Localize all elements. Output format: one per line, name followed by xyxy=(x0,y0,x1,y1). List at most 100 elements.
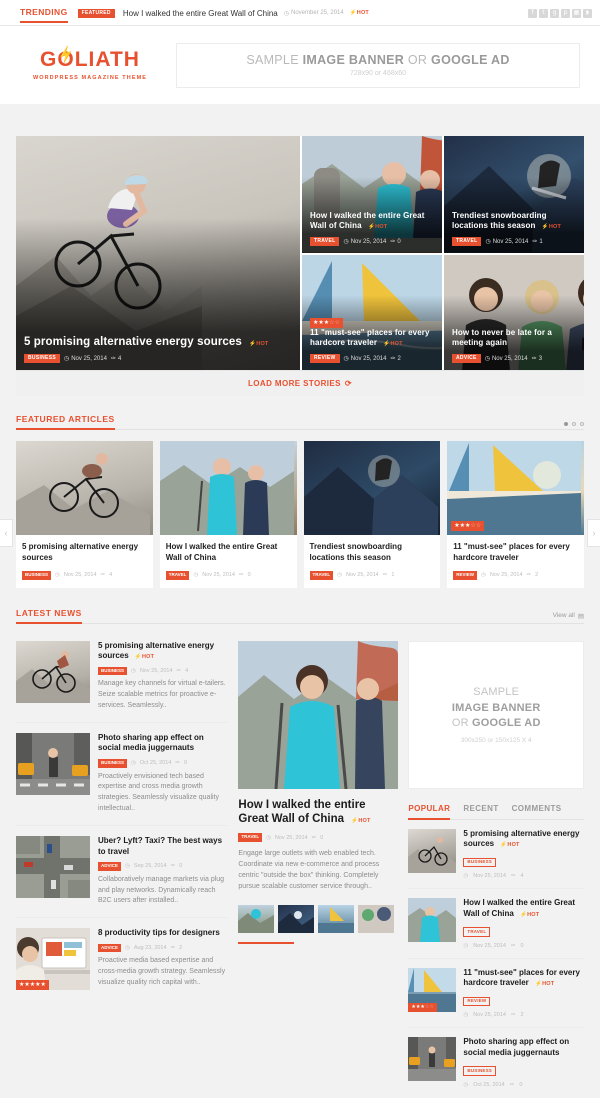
category-badge[interactable]: TRAVEL xyxy=(238,833,263,842)
category-badge[interactable]: ADVICE xyxy=(452,354,481,363)
category-badge[interactable]: ADVICE xyxy=(98,943,122,953)
comments-meta: 0 xyxy=(183,760,187,767)
google-plus-icon[interactable]: g xyxy=(550,8,559,18)
carousel-next-arrow[interactable]: › xyxy=(587,519,600,547)
list-item[interactable]: ★★★★★ 8 productivity tips for designers … xyxy=(16,918,228,1000)
hot-badge: ⚡HOT xyxy=(535,981,555,988)
sidebar-ad-banner[interactable]: SAMPLE IMAGE BANNER OR GOOGLE AD 300x250… xyxy=(408,640,584,789)
category-badge[interactable]: BUSINESS xyxy=(22,571,52,580)
carousel-dot-3[interactable] xyxy=(580,422,584,426)
comments-meta: 1 xyxy=(391,572,395,579)
list-item[interactable]: Photo sharing app effect on social media… xyxy=(408,1028,584,1097)
hero-tile-3-title: 11 "must-see" places for every hardcore … xyxy=(310,327,430,348)
flickr-icon[interactable]: ▦ xyxy=(572,8,581,18)
clock-icon: ◷ xyxy=(337,572,342,579)
list-item[interactable]: Uber? Lyft? Taxi? The best ways to trave… xyxy=(16,826,229,919)
date-meta: Sep 25, 2014 xyxy=(133,863,167,870)
hero-tile-3-body: 11 "must-see" places for every hardcore … xyxy=(310,328,434,363)
city-street-illustration xyxy=(16,732,90,795)
featured-card-2[interactable]: How I walked the entire Great Wall of Ch… xyxy=(159,441,297,588)
snowboarder-illustration xyxy=(303,455,438,535)
list-item[interactable]: ★★★☆☆ 11 "must-see" places for every har… xyxy=(408,959,584,1029)
hot-badge: ⚡HOT xyxy=(383,341,403,348)
list-item[interactable]: How I walked the entire Great Wall of Ch… xyxy=(408,889,584,959)
featured-card-3[interactable]: Trendiest snowboarding locations this se… xyxy=(303,441,441,588)
carousel-prev-arrow[interactable]: ‹ xyxy=(0,519,13,547)
carousel-dot-1[interactable] xyxy=(564,422,568,426)
tab-popular[interactable]: POPULAR xyxy=(408,804,451,820)
view-all-link[interactable]: View all ▤ xyxy=(553,612,584,624)
featured-card-3-body: Trendiest snowboarding locations this se… xyxy=(304,535,441,588)
hot-badge: ⚡HOT xyxy=(349,10,369,16)
thumb-2[interactable] xyxy=(278,904,315,933)
rss-icon[interactable]: ◗ xyxy=(583,8,592,18)
trending-headline-link[interactable]: How I walked the entire Great Wall of Ch… xyxy=(123,9,278,18)
comments-meta: 4 xyxy=(109,572,113,579)
featured-card-3-image xyxy=(303,441,441,535)
category-badge[interactable]: BUSINESS xyxy=(24,354,60,363)
main-columns: 5 promising alternative energy sources ⚡… xyxy=(16,632,584,1097)
category-badge[interactable]: REVIEW xyxy=(463,996,491,1007)
list-item-thumb xyxy=(16,732,90,795)
feature-article-image[interactable] xyxy=(238,640,399,789)
list-view-icon[interactable]: ▤ xyxy=(578,612,584,620)
comment-icon: ✑ xyxy=(532,239,538,245)
twitter-icon[interactable]: t xyxy=(539,8,548,18)
hero-tile-4[interactable]: How to never be late for a meeting again… xyxy=(442,253,584,370)
thumb-4[interactable] xyxy=(358,904,395,933)
list-item-title: 5 promising alternative energy sources ⚡… xyxy=(98,640,215,661)
thumb-1[interactable] xyxy=(238,904,275,933)
logo-block[interactable]: GOLIATH ⚡ WORDPRESS MAGAZINE THEME xyxy=(20,44,160,81)
latest-news-title: LATEST NEWS xyxy=(16,608,82,624)
category-badge[interactable]: TRAVEL xyxy=(309,571,334,580)
list-item-excerpt: Collaboratively manage markets via plug … xyxy=(98,875,225,905)
latest-news-header: LATEST NEWS View all ▤ xyxy=(16,608,584,624)
latest-news-list: 5 promising alternative energy sources ⚡… xyxy=(16,632,229,1097)
hot-badge: ⚡HOT xyxy=(134,654,155,661)
hero-tile-2-body: Trendiest snowboarding locations this se… xyxy=(452,211,576,246)
category-badge[interactable]: TRAVEL xyxy=(463,927,491,937)
list-item-body: 5 promising alternative energy sources ⚡… xyxy=(463,829,584,879)
list-item[interactable]: 5 promising alternative energy sources ⚡… xyxy=(16,632,229,723)
category-badge[interactable]: BUSINESS xyxy=(98,666,128,676)
featured-card-2-title: How I walked the entire Great Wall of Ch… xyxy=(165,542,278,562)
list-item-meta: ◷ Nov 25, 2014 ✑ 2 xyxy=(463,1012,584,1018)
category-badge[interactable]: REVIEW xyxy=(453,571,478,580)
rating-stars: ★★★☆☆ xyxy=(408,1002,437,1012)
category-badge[interactable]: TRAVEL xyxy=(452,237,482,246)
header-ad-banner[interactable]: SAMPLE IMAGE BANNER OR GOOGLE AD 728x90 … xyxy=(176,42,580,88)
hero-main-tile[interactable]: 5 promising alternative energy sources ⚡… xyxy=(16,136,300,370)
category-badge[interactable]: TRAVEL xyxy=(310,237,340,246)
category-badge[interactable]: ADVICE xyxy=(98,862,122,871)
hero-tile-3[interactable]: ★★★☆☆ 11 "must-see" places for every har… xyxy=(300,253,442,370)
list-item[interactable]: Photo sharing app effect on social media… xyxy=(16,723,229,826)
hero-tile-1[interactable]: How I walked the entire Great Wall of Ch… xyxy=(300,136,442,253)
list-item[interactable]: 5 promising alternative energy sources ⚡… xyxy=(408,820,584,890)
header-ad-line2: 728x90 or 468x60 xyxy=(349,70,407,77)
pinterest-icon[interactable]: p xyxy=(561,8,570,18)
date-meta: ◷ Nov 25, 2014 xyxy=(343,355,387,363)
featured-card-1[interactable]: 5 promising alternative energy sources B… xyxy=(16,441,153,588)
facebook-icon[interactable]: f xyxy=(528,8,537,18)
tab-comments[interactable]: COMMENTS xyxy=(512,804,562,820)
clock-icon: ◷ xyxy=(481,572,486,579)
featured-articles-header: FEATURED ARTICLES xyxy=(16,414,584,430)
category-badge[interactable]: BUSINESS xyxy=(463,1066,497,1076)
load-more-stories-button[interactable]: LOAD MORE STORIES ⟳ xyxy=(16,370,584,396)
category-badge[interactable]: TRAVEL xyxy=(165,571,190,580)
featured-card-4[interactable]: ★★★☆☆ 11 "must-see" places for every har… xyxy=(447,441,584,588)
category-badge[interactable]: BUSINESS xyxy=(98,759,128,768)
carousel-dot-2[interactable] xyxy=(572,422,576,426)
clock-icon: ◷ xyxy=(463,942,469,949)
date-meta: Oct 25, 2014 xyxy=(139,760,172,767)
featured-card-1-meta: BUSINESS ◷ Nov 25, 2014 ✑ 4 xyxy=(22,571,147,580)
featured-card-2-body: How I walked the entire Great Wall of Ch… xyxy=(160,535,297,588)
thumb-3[interactable] xyxy=(318,904,355,933)
list-item-thumb: ★★★★★ xyxy=(16,928,90,991)
category-badge[interactable]: REVIEW xyxy=(310,354,340,363)
clock-icon: ◷ xyxy=(63,356,70,362)
carousel-dots[interactable] xyxy=(564,422,584,430)
category-badge[interactable]: BUSINESS xyxy=(463,857,497,868)
hero-tile-2[interactable]: Trendiest snowboarding locations this se… xyxy=(442,136,584,253)
tab-recent[interactable]: RECENT xyxy=(463,804,498,820)
